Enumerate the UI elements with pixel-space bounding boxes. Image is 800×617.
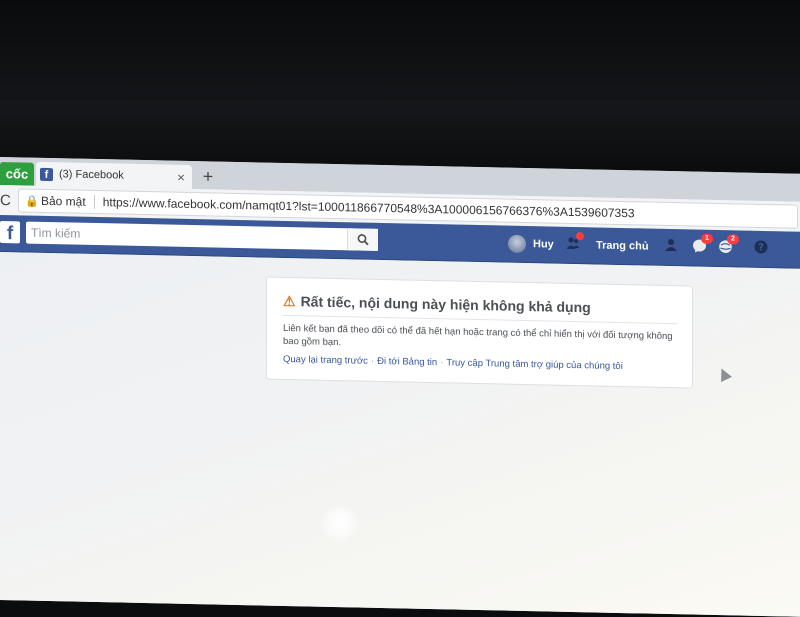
friend-requests-button[interactable] [664, 237, 678, 257]
messages-button[interactable]: 1 [692, 233, 713, 257]
screen: cốc f (3) Facebook × + C 🔒 Bảo mật https… [0, 157, 800, 617]
home-label: Trang chủ [596, 239, 649, 253]
search-input[interactable]: Tìm kiếm [26, 226, 347, 247]
separator: · [440, 357, 444, 369]
notifications-button[interactable]: 2 [718, 233, 739, 258]
search-icon [357, 234, 369, 246]
coc-browser-button[interactable]: cốc [0, 162, 34, 186]
notifications-badge: 2 [727, 233, 739, 244]
friends-icon [566, 232, 584, 254]
facebook-logo[interactable]: f [0, 221, 20, 244]
lock-icon: 🔒 [25, 195, 39, 208]
user-name: Huy [533, 238, 554, 251]
secure-label: Bảo mật [41, 193, 95, 209]
error-links: Quay lại trang trước · Đi tới Bảng tin · Tru… [283, 354, 683, 373]
profile-link[interactable]: Huy [508, 234, 554, 255]
error-title: ⚠ Rất tiếc, nội dung này hiện không khả … [283, 292, 683, 318]
tab-close-icon[interactable]: × [174, 169, 188, 184]
help-icon: ? [754, 240, 768, 258]
friend-requests-icon [664, 238, 678, 256]
notifications-icon: 2 [718, 233, 739, 258]
home-link[interactable]: Trang chủ [596, 235, 649, 256]
fb-favicon-icon: f [40, 167, 53, 181]
new-tab-button[interactable]: + [198, 166, 218, 186]
link-news-feed[interactable]: Đi tới Bảng tin [377, 356, 437, 368]
messages-badge: 1 [701, 233, 713, 244]
error-body: Liên kết bạn đã theo dõi có thể đã hết h… [283, 322, 673, 349]
warning-icon: ⚠ [283, 292, 296, 309]
svg-text:?: ? [758, 242, 764, 253]
search-box[interactable]: Tìm kiếm [26, 221, 378, 251]
messenger-icon: 1 [692, 233, 713, 257]
error-title-text: Rất tiếc, nội dung này hiện không khả dụ… [300, 293, 591, 316]
separator: · [370, 355, 375, 367]
screen-glare [318, 505, 362, 541]
tab-title: (3) Facebook [59, 168, 124, 182]
monitor-edge [0, 100, 800, 155]
link-go-back[interactable]: Quay lại trang trước [283, 354, 368, 367]
reload-icon[interactable]: C [0, 191, 14, 209]
search-button[interactable] [347, 228, 378, 251]
friends-button[interactable] [566, 232, 584, 255]
link-help-center[interactable]: Truy cập Trung tâm trợ giúp của chúng tô… [446, 357, 622, 372]
avatar [508, 234, 526, 254]
main-content: ⚠ Rất tiếc, nội dung này hiện không khả … [0, 252, 800, 617]
friends-dot [576, 232, 584, 241]
url-text[interactable]: https://www.facebook.com/namqt01?lst=100… [95, 195, 635, 220]
help-button[interactable]: ? [754, 239, 768, 259]
error-card: ⚠ Rất tiếc, nội dung này hiện không khả … [266, 276, 693, 389]
tab-facebook[interactable]: f (3) Facebook × [36, 161, 192, 190]
